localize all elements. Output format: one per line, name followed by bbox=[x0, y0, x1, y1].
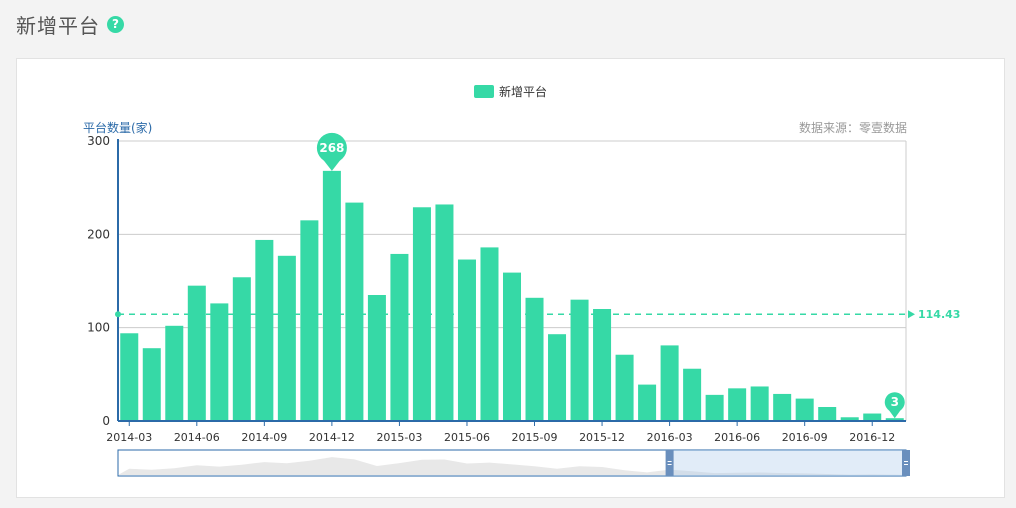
bar[interactable] bbox=[120, 333, 139, 421]
x-tick-label: 2014-12 bbox=[309, 431, 355, 444]
bar[interactable] bbox=[773, 393, 792, 421]
bar[interactable] bbox=[728, 388, 747, 421]
bar[interactable] bbox=[232, 277, 251, 421]
zoom-handle-bar[interactable] bbox=[665, 450, 674, 476]
bar[interactable] bbox=[570, 299, 589, 421]
bar[interactable] bbox=[593, 309, 612, 421]
bar[interactable] bbox=[615, 354, 634, 421]
x-axis-ticks: 2014-03 2014-06 2014-09 2014-12 2015-03 2015-… bbox=[106, 421, 895, 444]
bar[interactable] bbox=[165, 325, 184, 421]
bar[interactable] bbox=[390, 253, 409, 421]
x-tick-label: 2015-06 bbox=[444, 431, 490, 444]
chart-card: 新增平台 平台数量(家) 数据来源：零壹数据 0 100 200 300 2014-0… bbox=[16, 58, 1005, 498]
y-tick-label: 200 bbox=[87, 227, 110, 241]
page-title: 新增平台 bbox=[16, 13, 100, 38]
pin-label: 268 bbox=[319, 141, 344, 155]
y-axis-label: 平台数量(家) bbox=[83, 120, 152, 135]
bar[interactable] bbox=[480, 247, 499, 421]
y-tick-label: 0 bbox=[102, 414, 110, 428]
page-header: 新增平台 ? bbox=[16, 10, 124, 38]
average-line-arrow bbox=[908, 310, 915, 319]
x-tick-label: 2014-06 bbox=[174, 431, 220, 444]
pin-tail bbox=[888, 409, 902, 419]
bar[interactable] bbox=[502, 272, 522, 421]
bars bbox=[120, 170, 904, 421]
bar[interactable] bbox=[548, 334, 567, 421]
bar[interactable] bbox=[818, 407, 837, 421]
zoom-handle-end[interactable] bbox=[902, 450, 910, 476]
bar[interactable] bbox=[683, 368, 702, 421]
x-tick-label: 2016-06 bbox=[714, 431, 760, 444]
bar[interactable] bbox=[142, 348, 161, 421]
x-tick-label: 2015-09 bbox=[512, 431, 558, 444]
bar[interactable] bbox=[525, 297, 544, 421]
y-tick-label: 100 bbox=[87, 321, 110, 335]
x-tick-label: 2016-09 bbox=[782, 431, 828, 444]
bar[interactable] bbox=[255, 239, 274, 421]
x-tick-label: 2015-03 bbox=[376, 431, 422, 444]
bar[interactable] bbox=[322, 170, 341, 421]
x-tick-label: 2015-12 bbox=[579, 431, 625, 444]
pin-label: 3 bbox=[891, 395, 899, 409]
zoom-handle-bar[interactable] bbox=[902, 450, 910, 476]
bar[interactable] bbox=[750, 386, 769, 421]
data-source-label: 数据来源：零壹数据 bbox=[799, 120, 907, 135]
average-line-label: 114.43 bbox=[918, 308, 960, 321]
question-circle-icon[interactable]: ? bbox=[107, 15, 124, 33]
bar[interactable] bbox=[705, 394, 724, 421]
y-axis-ticks: 0 100 200 300 bbox=[87, 134, 110, 428]
zoom-handle-start[interactable] bbox=[665, 450, 674, 476]
bar[interactable] bbox=[795, 398, 814, 421]
mark-point-pin[interactable]: 268 bbox=[316, 132, 347, 171]
pin-tail bbox=[322, 158, 342, 171]
y-tick-label: 300 bbox=[87, 134, 110, 148]
zoom-selection[interactable] bbox=[669, 450, 906, 476]
bar[interactable] bbox=[277, 255, 296, 421]
legend-swatch[interactable] bbox=[474, 85, 494, 98]
bar[interactable] bbox=[187, 285, 206, 421]
x-tick-label: 2014-09 bbox=[241, 431, 287, 444]
bar[interactable] bbox=[457, 259, 476, 421]
bar[interactable] bbox=[863, 413, 882, 421]
bar[interactable] bbox=[345, 202, 364, 421]
mark-point-pin[interactable]: 3 bbox=[884, 392, 905, 419]
legend-label[interactable]: 新增平台 bbox=[499, 84, 547, 99]
legend[interactable]: 新增平台 bbox=[474, 84, 547, 99]
bar[interactable] bbox=[638, 384, 657, 421]
x-tick-label: 2014-03 bbox=[106, 431, 152, 444]
x-tick-label: 2016-03 bbox=[647, 431, 693, 444]
data-zoom-slider[interactable] bbox=[117, 449, 910, 477]
bar[interactable] bbox=[300, 220, 319, 421]
bar[interactable] bbox=[210, 303, 229, 421]
x-tick-label: 2016-12 bbox=[849, 431, 895, 444]
bar[interactable] bbox=[435, 204, 454, 421]
bar[interactable] bbox=[660, 345, 679, 421]
bar-chart: 新增平台 平台数量(家) 数据来源：零壹数据 0 100 200 300 2014-0… bbox=[83, 84, 960, 477]
